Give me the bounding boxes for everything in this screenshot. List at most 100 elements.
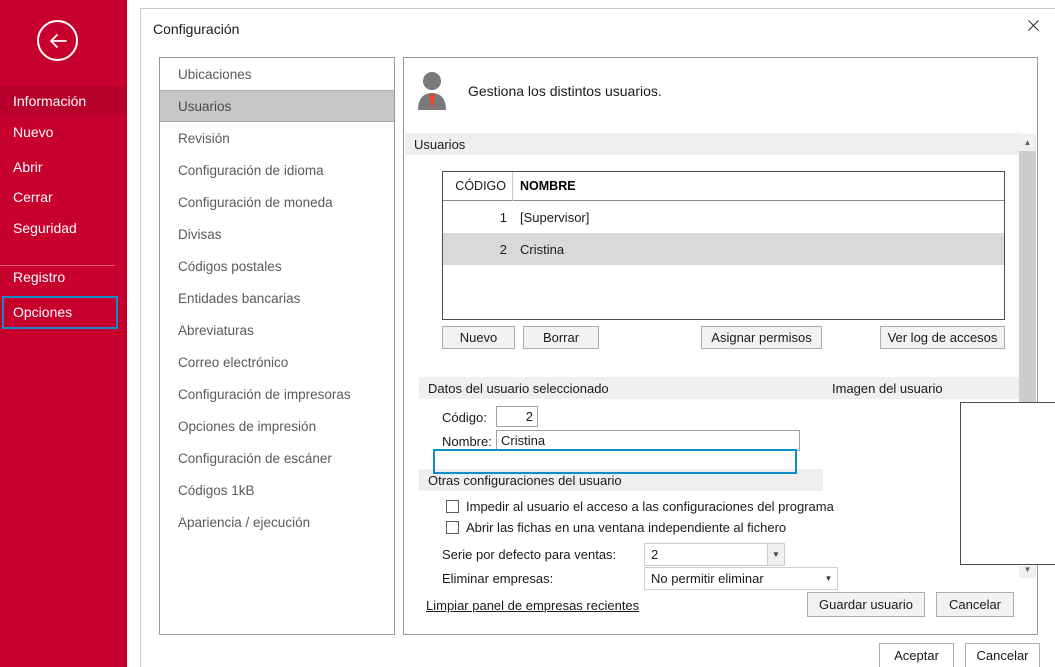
serie-por-defecto-select[interactable]: 2 ▼ — [644, 543, 785, 566]
checkbox-label: Impedir al usuario el acceso a las confi… — [466, 499, 834, 514]
nav-item-label: Divisas — [178, 226, 222, 242]
nav-item-configuracion-de-impresoras[interactable]: Configuración de impresoras — [160, 378, 394, 410]
panel-header: Gestiona los distintos usuarios. — [412, 70, 662, 112]
nav-item-ubicaciones[interactable]: Ubicaciones — [160, 58, 394, 90]
column-header-nombre[interactable]: NOMBRE — [513, 172, 1004, 201]
nav-item-usuarios[interactable]: Usuarios — [160, 90, 394, 122]
close-icon — [1027, 19, 1039, 31]
imagen-usuario-band: Imagen del usuario — [823, 377, 1021, 399]
serie-por-defecto-value: 2 — [651, 547, 659, 562]
dialog-close-button[interactable] — [1010, 9, 1055, 41]
nav-item-divisas[interactable]: Divisas — [160, 218, 394, 250]
nav-item-configuracion-de-idioma[interactable]: Configuración de idioma — [160, 154, 394, 186]
nav-item-label: Ubicaciones — [178, 66, 252, 82]
cell-nombre: [Supervisor] — [520, 209, 590, 225]
nombre-label: Nombre: — [442, 434, 492, 449]
nav-item-label: Configuración de moneda — [178, 194, 333, 210]
imagen-usuario-band-label: Imagen del usuario — [832, 380, 943, 396]
checkbox-box-icon[interactable] — [446, 500, 459, 513]
codigo-label: Código: — [442, 410, 487, 425]
usuarios-panel: Gestiona los distintos usuarios. Usuario… — [403, 57, 1038, 635]
user-avatar-icon — [412, 70, 452, 112]
chevron-down-icon[interactable]: ▼ — [767, 544, 784, 565]
chevron-up-icon[interactable]: ▲ — [1019, 134, 1036, 151]
settings-category-list[interactable]: Ubicaciones Usuarios Revisión Configurac… — [159, 57, 395, 635]
nav-item-configuracion-de-moneda[interactable]: Configuración de moneda — [160, 186, 394, 218]
nav-item-label: Configuración de escáner — [178, 450, 332, 466]
nav-item-label: Usuarios — [178, 98, 232, 114]
nav-item-codigos-postales[interactable]: Códigos postales — [160, 250, 394, 282]
nombre-input[interactable]: Cristina — [496, 430, 800, 451]
dialog-cancelar-button[interactable]: Cancelar — [965, 643, 1040, 667]
nav-item-entidades-bancarias[interactable]: Entidades bancarias — [160, 282, 394, 314]
datos-usuario-band-label: Datos del usuario seleccionado — [428, 380, 609, 396]
configuracion-dialog: Configuración Ubicaciones Usuarios Revis… — [140, 8, 1055, 667]
backstage-item-nuevo[interactable]: Nuevo — [0, 117, 127, 146]
nav-item-revision[interactable]: Revisión — [160, 122, 394, 154]
backstage-item-cerrar[interactable]: Cerrar — [0, 182, 127, 211]
nuevo-button[interactable]: Nuevo — [442, 326, 515, 349]
backstage-item-label: Nuevo — [13, 123, 54, 140]
otras-configuraciones-band: Otras configuraciones del usuario — [419, 469, 823, 491]
nav-item-label: Códigos 1kB — [178, 482, 255, 498]
datos-usuario-band: Datos del usuario seleccionado — [419, 377, 823, 399]
backstage-item-label: Opciones — [13, 303, 73, 320]
ver-log-accesos-button[interactable]: Ver log de accesos — [880, 326, 1005, 349]
backstage-item-registro[interactable]: Registro — [0, 262, 127, 291]
backstage-sidebar: Información Nuevo Abrir Cerrar Seguridad… — [0, 0, 127, 667]
dialog-titlebar: Configuración — [141, 9, 1055, 49]
nav-item-label: Configuración de idioma — [178, 162, 324, 178]
checkbox-label: Abrir las fichas en una ventana independ… — [466, 520, 787, 535]
borrar-button[interactable]: Borrar — [523, 326, 599, 349]
backstage-item-label: Abrir — [13, 158, 43, 175]
nav-item-label: Revisión — [178, 130, 230, 146]
backstage-item-label: Cerrar — [13, 188, 53, 205]
backstage-item-label: Información — [13, 92, 87, 109]
backstage-item-abrir[interactable]: Abrir — [0, 152, 127, 181]
nav-item-apariencia-ejecucion[interactable]: Apariencia / ejecución — [160, 506, 394, 538]
nav-item-correo-electronico[interactable]: Correo electrónico — [160, 346, 394, 378]
cancelar-usuario-button[interactable]: Cancelar — [936, 592, 1014, 617]
users-table[interactable]: CÓDIGO NOMBRE 1 [Supervisor] 2 Cristina — [442, 171, 1005, 320]
table-header-row: CÓDIGO NOMBRE — [443, 172, 1004, 201]
nav-item-abreviaturas[interactable]: Abreviaturas — [160, 314, 394, 346]
nav-item-configuracion-de-escaner[interactable]: Configuración de escáner — [160, 442, 394, 474]
backstage-item-seguridad[interactable]: Seguridad — [0, 213, 127, 242]
backstage-item-opciones[interactable]: Opciones — [0, 297, 127, 326]
limpiar-panel-empresas-link[interactable]: Limpiar panel de empresas recientes — [426, 598, 639, 613]
aceptar-button[interactable]: Aceptar — [879, 643, 954, 667]
column-header-codigo[interactable]: CÓDIGO — [443, 172, 513, 201]
user-image-box[interactable] — [960, 402, 1055, 565]
serie-por-defecto-label: Serie por defecto para ventas: — [442, 547, 617, 562]
nav-item-label: Códigos postales — [178, 258, 282, 274]
eliminar-empresas-value: No permitir eliminar — [651, 571, 764, 586]
guardar-usuario-button[interactable]: Guardar usuario — [807, 592, 925, 617]
backstage-item-label: Registro — [13, 268, 66, 285]
checkbox-box-icon[interactable] — [446, 521, 459, 534]
chevron-down-icon[interactable]: ▼ — [820, 568, 837, 589]
cell-codigo: 2 — [499, 241, 507, 257]
dialog-title: Configuración — [153, 21, 240, 37]
back-arrow-icon — [48, 33, 68, 49]
eliminar-empresas-select[interactable]: No permitir eliminar ▼ — [644, 567, 838, 590]
nav-item-label: Opciones de impresión — [178, 418, 317, 434]
nav-item-label: Abreviaturas — [178, 322, 254, 338]
asignar-permisos-button[interactable]: Asignar permisos — [701, 326, 822, 349]
nav-item-label: Correo electrónico — [178, 354, 289, 370]
cell-nombre: Cristina — [520, 241, 565, 257]
back-button[interactable] — [37, 20, 78, 61]
nav-item-label: Apariencia / ejecución — [178, 514, 311, 530]
panel-header-text: Gestiona los distintos usuarios. — [468, 83, 662, 99]
screen: Información Nuevo Abrir Cerrar Seguridad… — [0, 0, 1055, 667]
nav-item-codigos-1kb[interactable]: Códigos 1kB — [160, 474, 394, 506]
table-row[interactable]: 2 Cristina — [443, 233, 1004, 265]
codigo-input[interactable]: 2 — [496, 406, 538, 427]
checkbox-impedir-acceso-configuraciones[interactable]: Impedir al usuario el acceso a las confi… — [446, 499, 834, 514]
cell-codigo: 1 — [499, 209, 507, 225]
table-row[interactable]: 1 [Supervisor] — [443, 201, 1004, 233]
nav-item-opciones-de-impresion[interactable]: Opciones de impresión — [160, 410, 394, 442]
nav-item-label: Configuración de impresoras — [178, 386, 351, 402]
usuarios-band-label: Usuarios — [414, 136, 466, 152]
backstage-item-informacion[interactable]: Información — [0, 86, 127, 115]
checkbox-abrir-fichas-ventana-independiente[interactable]: Abrir las fichas en una ventana independ… — [446, 520, 786, 535]
